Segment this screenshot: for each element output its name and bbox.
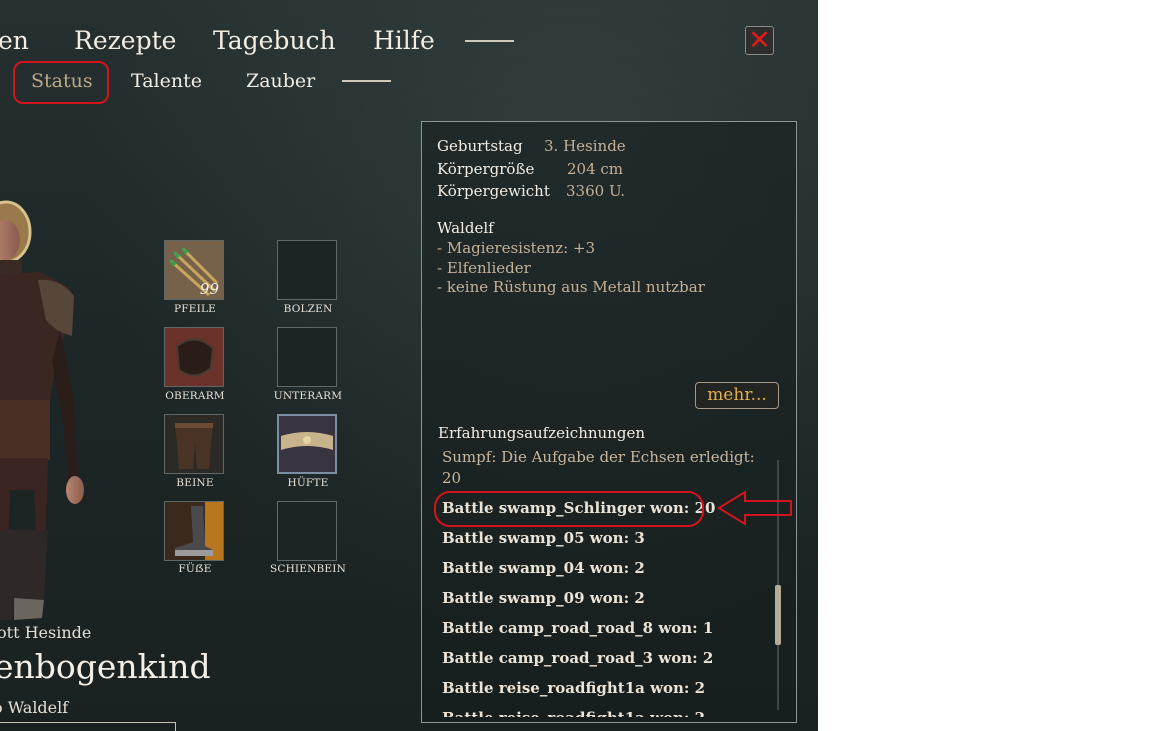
- status-highlight-ring: [13, 61, 109, 104]
- more-button[interactable]: mehr...: [695, 382, 779, 409]
- trait-item: - keine Rüstung aus Metall nutzbar: [437, 278, 705, 296]
- weight-label: Körpergewicht: [437, 182, 550, 200]
- height-value: 204 cm: [567, 160, 624, 178]
- menu-divider: [465, 40, 514, 42]
- slot-label-fuesse: FÜẞE: [178, 563, 212, 575]
- trait-item: - Elfenlieder: [437, 259, 531, 277]
- experience-title: Erfahrungsaufzeichnungen: [438, 424, 645, 442]
- status-info-panel: Geburtstag 3. Hesinde Körpergröße 204 cm…: [421, 121, 797, 723]
- character-figure: [0, 200, 86, 620]
- slot-schienbein[interactable]: [277, 501, 337, 561]
- trait-item: - Magieresistenz: +3: [437, 239, 596, 257]
- slot-label-schienbein: SCHIENBEIN: [269, 563, 347, 575]
- slot-pfeile[interactable]: 99: [164, 240, 224, 300]
- slot-fuesse[interactable]: [164, 501, 224, 561]
- birthday-row: Geburtstag 3. Hesinde: [437, 137, 626, 155]
- game-screen: en Rezepte Tagebuch Hilfe ✕ Status Talen…: [0, 0, 818, 731]
- experience-entry: Battle reise_roadfight1a won: 2: [442, 679, 706, 697]
- experience-entry: Battle swamp_09 won: 2: [442, 589, 645, 607]
- shoulder-armor-icon: [165, 328, 223, 386]
- birthday-label: Geburtstag: [437, 137, 523, 155]
- bottom-frame: [0, 722, 176, 731]
- height-row: Körpergröße 204 cm: [437, 160, 623, 178]
- scrollbar-thumb[interactable]: [775, 585, 781, 645]
- race-title: Waldelf: [437, 219, 494, 237]
- subtab-zauber[interactable]: Zauber: [246, 70, 315, 92]
- birthday-value: 3. Hesinde: [544, 137, 626, 155]
- menu-tab-partial[interactable]: en: [0, 26, 29, 55]
- slot-label-beine: BEINE: [176, 477, 214, 489]
- subtab-talente[interactable]: Talente: [131, 70, 202, 92]
- character-name: enbogenkind: [0, 647, 211, 686]
- slot-label-huefte: HÜFTE: [287, 477, 329, 489]
- menu-tab-hilfe[interactable]: Hilfe: [373, 26, 435, 55]
- slot-label-bolzen: BOLZEN: [283, 303, 333, 315]
- experience-entry: Battle camp_road_road_3 won: 2: [442, 649, 714, 667]
- experience-entry: Battle reise_roadfight1a won: 2: [442, 709, 705, 717]
- arrow-quantity: 99: [199, 280, 219, 298]
- slot-beine[interactable]: [164, 414, 224, 474]
- slot-huefte[interactable]: [277, 414, 337, 474]
- experience-entry: Battle camp_road_road_8 won: 1: [442, 619, 714, 637]
- experience-entry: Sumpf: Die Aufgabe der Echsen erledigt: …: [442, 448, 755, 487]
- experience-entry: Battle swamp_05 won: 3: [442, 529, 645, 547]
- character-race: o Waldelf: [0, 698, 69, 717]
- slot-label-pfeile: PFEILE: [173, 303, 216, 315]
- menu-tab-rezepte[interactable]: Rezepte: [74, 26, 176, 55]
- height-label: Körpergröße: [437, 160, 535, 178]
- boots-icon: [165, 502, 223, 560]
- experience-entry: Battle swamp_04 won: 2: [442, 559, 645, 577]
- weight-value: 3360 U.: [566, 182, 625, 200]
- close-x-icon: ✕: [748, 25, 771, 56]
- submenu-divider: [342, 80, 391, 82]
- slot-label-unterarm: UNTERARM: [273, 390, 343, 402]
- menu-tab-tagebuch[interactable]: Tagebuch: [213, 26, 336, 55]
- character-deity: ott Hesinde: [0, 623, 92, 642]
- close-button[interactable]: ✕: [745, 25, 774, 56]
- leg-armor-icon: [165, 415, 223, 473]
- belt-icon: [279, 416, 335, 472]
- left-arrow-icon: [717, 490, 792, 526]
- slot-oberarm[interactable]: [164, 327, 224, 387]
- slot-label-oberarm: OBERARM: [165, 390, 225, 402]
- weight-row: Körpergewicht 3360 U.: [437, 182, 625, 200]
- slot-unterarm[interactable]: [277, 327, 337, 387]
- slot-bolzen[interactable]: [277, 240, 337, 300]
- entry-highlight-ring: [434, 491, 704, 527]
- experience-list[interactable]: Sumpf: Die Aufgabe der Echsen erledigt: …: [422, 447, 767, 717]
